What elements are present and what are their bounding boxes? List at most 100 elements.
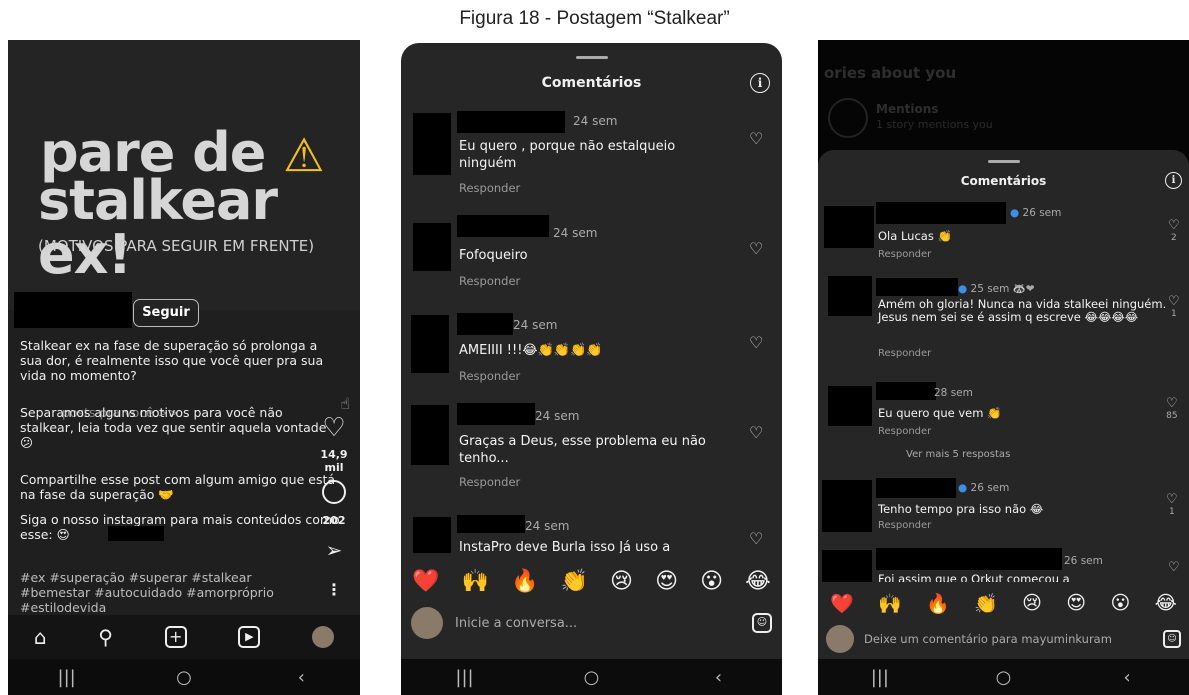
system-nav-bar: ||| ○ ‹ xyxy=(8,659,360,695)
mentions-sub: 1 story mentions you xyxy=(876,118,993,131)
post-image: pare de ⚠ stalkear ex! (MOTIVOS PARA SEG… xyxy=(8,40,360,310)
info-icon[interactable]: i xyxy=(750,73,770,93)
reaction-clap-emoji[interactable]: 👏 xyxy=(561,569,588,594)
bottom-nav: ⌂ ⚲ + ▶ xyxy=(8,615,360,659)
sticker-icon[interactable]: ☺ xyxy=(752,613,772,633)
system-home-button[interactable]: ○ xyxy=(164,667,204,688)
system-back-button[interactable]: ‹ xyxy=(1107,667,1147,688)
reply-link[interactable]: Responder xyxy=(459,475,520,489)
reaction-heart-eyes-emoji[interactable]: 😍 xyxy=(655,569,678,594)
commenter-name-redacted xyxy=(457,515,525,533)
comment-text: Amém oh gloria! Nunca na vida stalkeei n… xyxy=(878,297,1167,324)
like-group: ♡ 14,9 mil xyxy=(314,414,354,474)
recent-apps-button[interactable]: ||| xyxy=(47,667,87,688)
reply-link[interactable]: Responder xyxy=(878,249,931,260)
recent-apps-button[interactable]: ||| xyxy=(860,667,900,688)
comment-like-icon[interactable]: ♡ xyxy=(749,239,763,258)
reaction-heart-eyes-emoji[interactable]: 😍 xyxy=(1066,592,1086,614)
comment-text: Eu quero , porque não estalqueio ninguém xyxy=(459,139,676,171)
comment-icon[interactable] xyxy=(322,480,346,504)
quick-reaction-bar: ❤️ 🙌 🔥 👏 😢 😍 😮 😂 xyxy=(401,563,782,599)
system-nav-bar: ||| ○ ‹ xyxy=(818,659,1189,695)
reaction-surprised-emoji[interactable]: 😮 xyxy=(700,569,723,594)
comment-time: 24 sem xyxy=(573,114,618,128)
reply-link[interactable]: Responder xyxy=(878,520,931,531)
comment-time: ● 26 sem xyxy=(958,482,1010,494)
commenter-name-redacted xyxy=(457,313,513,335)
view-more-replies-link[interactable]: Ver mais 5 respostas xyxy=(906,449,1010,460)
reply-link[interactable]: Responder xyxy=(459,181,520,195)
commenter-avatar-redacted xyxy=(822,550,872,582)
system-home-button[interactable]: ○ xyxy=(983,667,1023,688)
comment-like-count: 1 xyxy=(1168,507,1175,517)
comment-item: ● 26 sem Ola Lucas 👏 Responder ♡ 2 xyxy=(818,202,1189,264)
reaction-laughing-emoji[interactable]: 😂 xyxy=(1155,592,1177,614)
comment-like-icon[interactable]: ♡ xyxy=(749,529,763,548)
recent-apps-button[interactable]: ||| xyxy=(445,667,485,688)
comment-like-icon[interactable]: ♡ xyxy=(749,129,763,148)
comment-like-icon[interactable]: ♡ 2 xyxy=(1168,219,1180,244)
verified-icon: ● xyxy=(958,283,968,295)
comment-item: 24 sem AMEIIII !!!😂👏👏👏👏 Responder ♡ xyxy=(401,311,782,391)
profile-avatar[interactable] xyxy=(312,626,335,648)
reply-link[interactable]: Responder xyxy=(878,348,931,359)
reaction-raised-hands-emoji[interactable]: 🙌 xyxy=(878,592,902,615)
reply-link[interactable]: Responder xyxy=(878,426,931,437)
commenter-avatar-redacted xyxy=(822,480,872,532)
system-back-button[interactable]: ‹ xyxy=(699,667,739,688)
reaction-laughing-emoji[interactable]: 😂 xyxy=(745,569,771,594)
reaction-heart-emoji[interactable]: ❤️ xyxy=(412,569,439,594)
reaction-crying-emoji[interactable]: 😢 xyxy=(610,569,633,594)
sticker-icon[interactable]: ☺ xyxy=(1163,630,1181,648)
reaction-surprised-emoji[interactable]: 😮 xyxy=(1110,592,1130,614)
comment-like-icon[interactable]: ♡ xyxy=(749,423,763,442)
comment-like-icon[interactable]: ♡ 85 xyxy=(1166,397,1178,422)
reaction-crying-emoji[interactable]: 😢 xyxy=(1022,592,1042,614)
comments-screen: Comentários i 24 sem Eu quero , porque n… xyxy=(401,43,782,695)
create-post-icon[interactable]: + xyxy=(164,626,187,648)
caption-paragraph-4: Siga o nosso instagram para mais conteúd… xyxy=(20,512,340,542)
more-options-icon[interactable]: ⋮ xyxy=(314,580,354,599)
comment-time: ● 25 sem 🦝❤ xyxy=(958,283,1035,295)
comment-like-count: 85 xyxy=(1166,411,1178,421)
home-icon[interactable]: ⌂ xyxy=(34,625,47,649)
share-icon[interactable]: ➢ xyxy=(314,538,354,562)
reels-icon[interactable]: ▶ xyxy=(238,626,261,648)
mentions-icon xyxy=(828,98,868,138)
comment-item: 24 sem Graças a Deus, esse problema eu n… xyxy=(401,403,782,503)
drag-handle[interactable] xyxy=(988,160,1020,163)
drag-handle[interactable] xyxy=(576,56,608,59)
system-back-button[interactable]: ‹ xyxy=(281,667,321,688)
reply-link[interactable]: Responder xyxy=(459,274,520,288)
like-icon[interactable]: ♡ xyxy=(314,414,354,442)
reaction-heart-emoji[interactable]: ❤️ xyxy=(830,592,854,615)
comment-like-icon[interactable]: ♡ 1 xyxy=(1168,295,1180,320)
reaction-fire-emoji[interactable]: 🔥 xyxy=(926,592,950,615)
comment-like-icon[interactable]: ♡ 1 xyxy=(1166,493,1178,518)
verified-icon: ● xyxy=(958,482,968,494)
comment-input[interactable]: Deixe um comentário para mayuminkuram xyxy=(864,632,1163,646)
reaction-raised-hands-emoji[interactable]: 🙌 xyxy=(462,569,489,594)
post-screen: pare de ⚠ stalkear ex! (MOTIVOS PARA SEG… xyxy=(8,40,360,695)
caption-paragraph-3: Compartilhe esse post com algum amigo qu… xyxy=(20,472,336,502)
hashtags: #ex #superação #superar #stalkear #bemes… xyxy=(20,570,274,615)
reaction-clap-emoji[interactable]: 👏 xyxy=(974,592,998,615)
system-home-button[interactable]: ○ xyxy=(572,667,612,688)
verified-icon: ● xyxy=(1010,207,1020,219)
follow-button[interactable]: Seguir xyxy=(133,299,199,327)
caption-paragraph-1: Stalkear ex na fase de superação só prol… xyxy=(20,338,324,383)
comment-like-icon[interactable]: ♡ xyxy=(749,333,763,352)
reply-link[interactable]: Responder xyxy=(459,369,520,383)
comment-like-icon[interactable]: ♡ xyxy=(1168,560,1180,575)
commenter-name-redacted xyxy=(876,478,956,498)
commenter-avatar-redacted xyxy=(411,315,449,373)
commenter-name-redacted xyxy=(457,111,565,133)
comment-text: Foi assim que o Orkut começou a xyxy=(878,572,1070,582)
comment-text: Eu quero que vem 👏 xyxy=(878,406,1002,420)
comment-input[interactable]: Inicie a conversa... xyxy=(455,616,752,631)
info-icon[interactable]: i xyxy=(1165,172,1182,189)
quick-reaction-bar: ❤️ 🙌 🔥 👏 😢 😍 😮 😂 xyxy=(818,587,1189,619)
reaction-fire-emoji[interactable]: 🔥 xyxy=(511,569,538,594)
comment-time: 24 sem xyxy=(535,409,580,423)
search-icon[interactable]: ⚲ xyxy=(98,625,113,649)
